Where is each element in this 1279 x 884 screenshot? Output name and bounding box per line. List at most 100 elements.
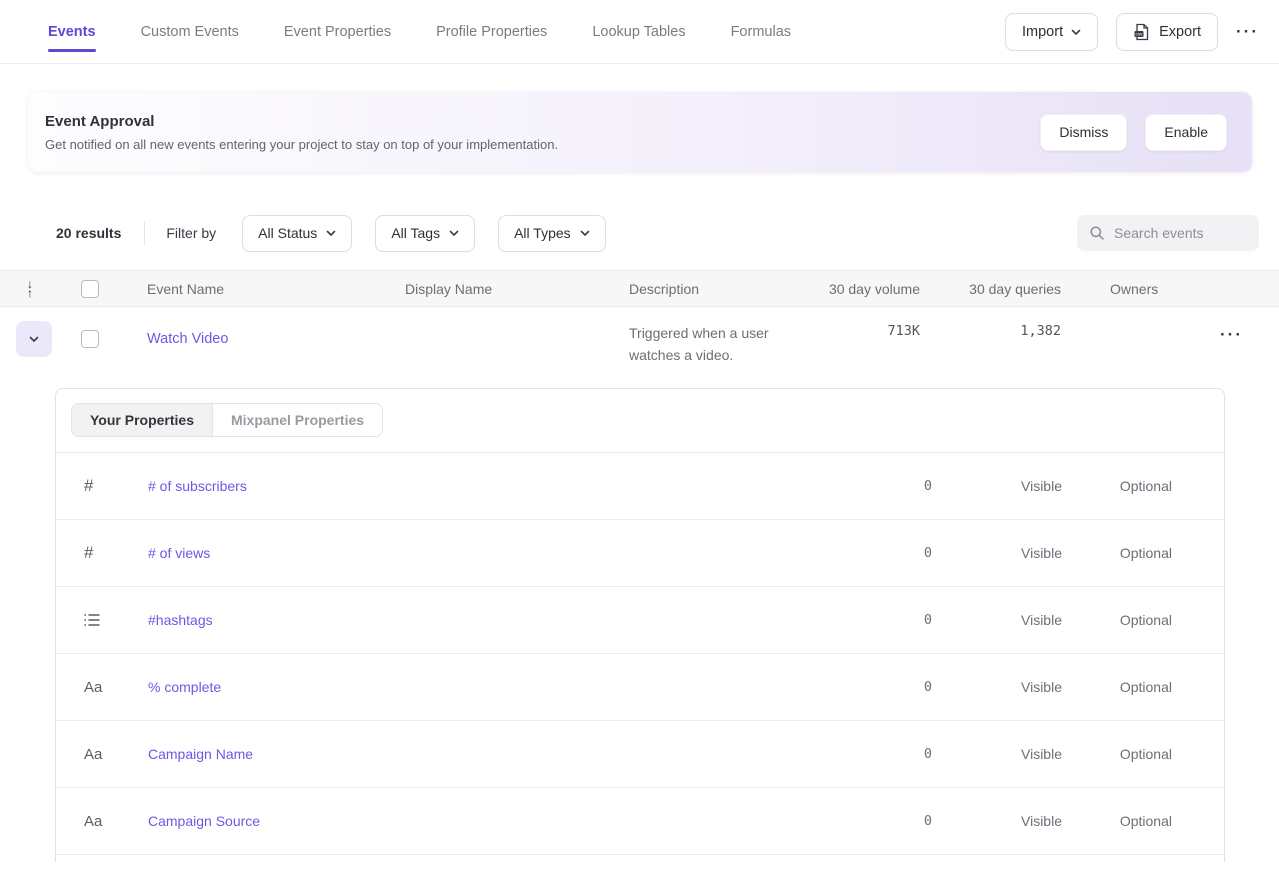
types-filter-label: All Types bbox=[514, 225, 571, 241]
property-visibility: Visible bbox=[932, 813, 1062, 829]
property-row: Aa Campaign Source 0 Visible Optional bbox=[56, 788, 1224, 855]
column-header-display-name[interactable]: Display Name bbox=[398, 281, 622, 297]
export-button-label: Export bbox=[1159, 24, 1201, 40]
dismiss-button[interactable]: Dismiss bbox=[1040, 114, 1127, 151]
property-name-link[interactable]: # of subscribers bbox=[148, 478, 812, 494]
banner-actions: Dismiss Enable bbox=[1040, 114, 1227, 151]
tab-formulas-label: Formulas bbox=[731, 24, 791, 40]
tab-custom-events-label: Custom Events bbox=[141, 24, 239, 40]
event-approval-banner: Event Approval Get notified on all new e… bbox=[28, 92, 1252, 172]
nav-actions: Import csv Export ··· bbox=[1005, 13, 1259, 51]
svg-text:csv: csv bbox=[1136, 31, 1144, 36]
column-header-event-name[interactable]: Event Name bbox=[120, 281, 398, 297]
chevron-down-icon bbox=[1071, 27, 1081, 37]
filter-by-label: Filter by bbox=[166, 225, 216, 241]
number-type-icon: # bbox=[84, 476, 93, 496]
property-name-link[interactable]: #hashtags bbox=[148, 612, 812, 628]
property-count: 0 bbox=[812, 679, 932, 695]
collapse-row-button[interactable] bbox=[16, 321, 52, 357]
event-name-link[interactable]: Watch Video bbox=[147, 331, 228, 347]
tab-profile-properties-label: Profile Properties bbox=[436, 24, 547, 40]
column-header-owners[interactable]: Owners bbox=[1061, 281, 1200, 297]
chevron-down-icon bbox=[449, 228, 459, 238]
property-requirement: Optional bbox=[1062, 746, 1172, 762]
tab-custom-events[interactable]: Custom Events bbox=[141, 0, 239, 63]
import-button-label: Import bbox=[1022, 24, 1063, 40]
property-count: 0 bbox=[812, 612, 932, 628]
property-visibility: Visible bbox=[932, 746, 1062, 762]
property-row: # # of views 0 Visible Optional bbox=[56, 520, 1224, 587]
properties-tabs: Your Properties Mixpanel Properties bbox=[56, 389, 1224, 452]
collapse-all-icon[interactable]: ↓ ↑ bbox=[16, 280, 60, 298]
property-requirement: Optional bbox=[1062, 478, 1172, 494]
tab-events[interactable]: Events bbox=[48, 0, 96, 63]
types-filter-dropdown[interactable]: All Types bbox=[498, 215, 606, 252]
property-name-link[interactable]: # of views bbox=[148, 545, 812, 561]
property-name-link[interactable]: Campaign Name bbox=[148, 746, 812, 762]
text-type-icon: Aa bbox=[84, 813, 102, 830]
banner-text: Event Approval Get notified on all new e… bbox=[45, 113, 1040, 152]
text-type-icon: Aa bbox=[84, 679, 102, 696]
row-checkbox[interactable] bbox=[81, 330, 99, 348]
property-requirement: Optional bbox=[1062, 679, 1172, 695]
event-row-watch-video: Watch Video Triggered when a user watche… bbox=[0, 307, 1279, 366]
export-button[interactable]: csv Export bbox=[1116, 13, 1218, 51]
queries-value: 1,382 bbox=[1020, 323, 1061, 339]
row-more-menu[interactable]: ··· bbox=[1220, 325, 1243, 344]
search-events-input[interactable] bbox=[1114, 225, 1247, 241]
csv-file-icon: csv bbox=[1133, 23, 1151, 41]
tab-formulas[interactable]: Formulas bbox=[731, 0, 791, 63]
property-requirement: Optional bbox=[1062, 545, 1172, 561]
filter-toolbar: 20 results Filter by All Status All Tags… bbox=[56, 214, 1259, 252]
status-filter-dropdown[interactable]: All Status bbox=[242, 215, 352, 252]
tab-your-properties[interactable]: Your Properties bbox=[72, 404, 212, 436]
property-visibility: Visible bbox=[932, 545, 1062, 561]
tab-mixpanel-properties[interactable]: Mixpanel Properties bbox=[212, 404, 382, 436]
nav-more-menu[interactable]: ··· bbox=[1236, 23, 1259, 40]
property-visibility: Visible bbox=[932, 612, 1062, 628]
property-row: # # of subscribers 0 Visible Optional bbox=[56, 453, 1224, 520]
banner-description: Get notified on all new events entering … bbox=[45, 137, 1040, 152]
tab-profile-properties[interactable]: Profile Properties bbox=[436, 0, 547, 63]
results-count: 20 results bbox=[56, 225, 121, 241]
property-row: #hashtags 0 Visible Optional bbox=[56, 587, 1224, 654]
number-type-icon: # bbox=[84, 543, 93, 563]
volume-value: 713K bbox=[887, 323, 920, 339]
event-properties-panel: Your Properties Mixpanel Properties # # … bbox=[55, 388, 1225, 862]
property-count: 0 bbox=[812, 478, 932, 494]
tab-lookup-tables[interactable]: Lookup Tables bbox=[592, 0, 685, 63]
divider bbox=[144, 221, 145, 245]
event-description: Triggered when a user watches a video. bbox=[629, 322, 799, 366]
property-count: 0 bbox=[812, 746, 932, 762]
list-type-icon bbox=[84, 613, 100, 627]
property-visibility: Visible bbox=[932, 679, 1062, 695]
search-events-box[interactable] bbox=[1077, 215, 1259, 251]
search-icon bbox=[1089, 225, 1105, 241]
column-header-30-day-volume[interactable]: 30 day volume bbox=[812, 281, 920, 297]
tab-event-properties-label: Event Properties bbox=[284, 24, 391, 40]
enable-button[interactable]: Enable bbox=[1145, 114, 1227, 151]
property-count: 0 bbox=[812, 545, 932, 561]
property-requirement: Optional bbox=[1062, 612, 1172, 628]
select-all-checkbox[interactable] bbox=[81, 280, 99, 298]
lexicon-tabs: Events Custom Events Event Properties Pr… bbox=[48, 0, 1005, 63]
import-button[interactable]: Import bbox=[1005, 13, 1098, 51]
banner-title: Event Approval bbox=[45, 113, 1040, 130]
property-count: 0 bbox=[812, 813, 932, 829]
tab-event-properties[interactable]: Event Properties bbox=[284, 0, 391, 63]
column-header-description[interactable]: Description bbox=[622, 281, 812, 297]
property-row: Aa % complete 0 Visible Optional bbox=[56, 654, 1224, 721]
properties-segmented-control: Your Properties Mixpanel Properties bbox=[71, 403, 383, 437]
tab-events-label: Events bbox=[48, 24, 96, 40]
chevron-down-icon bbox=[580, 228, 590, 238]
top-navigation: Events Custom Events Event Properties Pr… bbox=[0, 0, 1279, 64]
arrow-up-glyph: ↑ bbox=[27, 289, 33, 298]
property-visibility: Visible bbox=[932, 478, 1062, 494]
status-filter-label: All Status bbox=[258, 225, 317, 241]
property-name-link[interactable]: Campaign Source bbox=[148, 813, 812, 829]
column-header-30-day-queries[interactable]: 30 day queries bbox=[920, 281, 1061, 297]
chevron-down-icon bbox=[29, 334, 39, 344]
tags-filter-dropdown[interactable]: All Tags bbox=[375, 215, 475, 252]
property-name-link[interactable]: % complete bbox=[148, 679, 812, 695]
tab-lookup-tables-label: Lookup Tables bbox=[592, 24, 685, 40]
